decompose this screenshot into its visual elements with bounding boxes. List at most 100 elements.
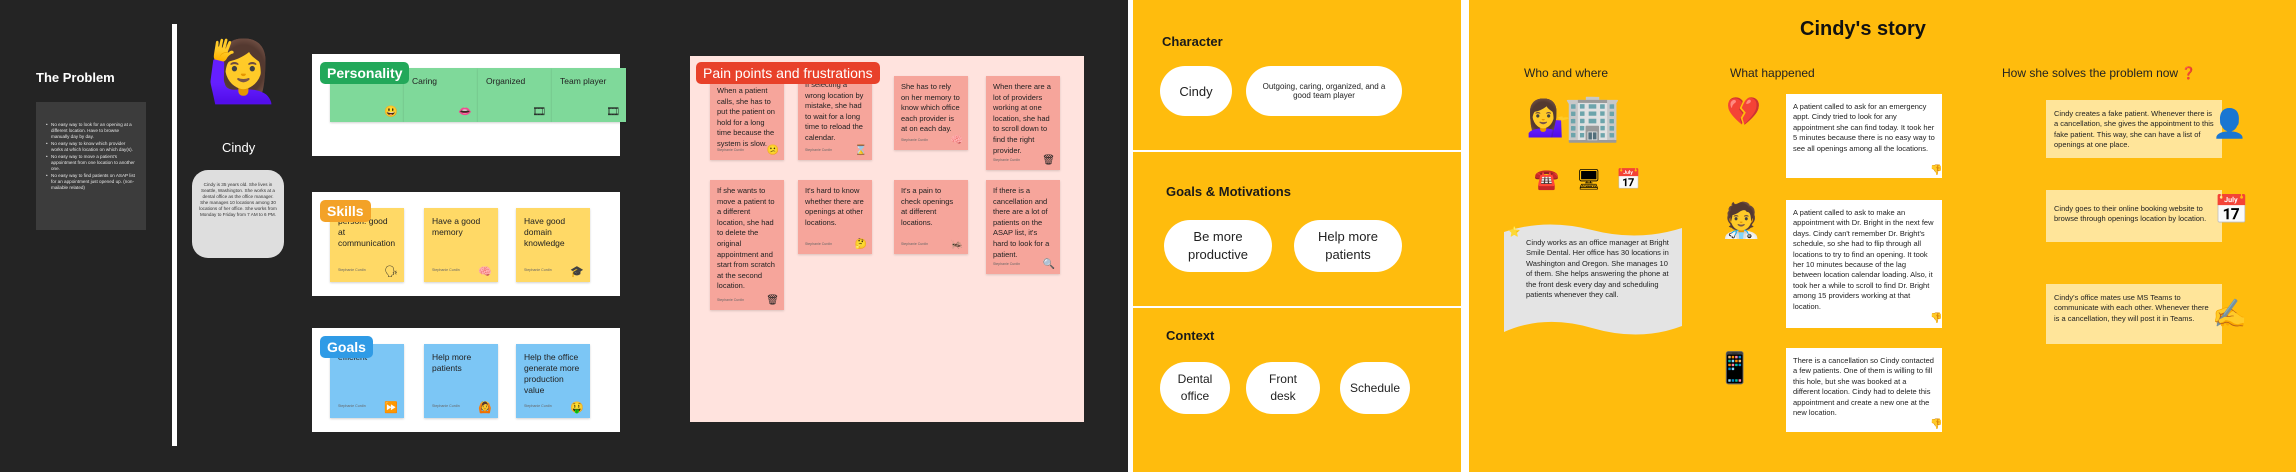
personality-tag: Personality <box>320 62 410 84</box>
thumbs-down-icon: 👎 <box>1930 313 1943 324</box>
sticky-text: Help the office generate more production… <box>524 352 580 395</box>
persona-bio[interactable]: Cindy is 35 years old. She lives in Seat… <box>192 170 284 258</box>
sticky-text: If she wants to move a patient to a diff… <box>717 186 775 291</box>
problem-card[interactable]: No easy way to look for an opening at a … <box>36 102 146 230</box>
sticky-author: Stephanie Curdin <box>993 262 1021 267</box>
sticky-note[interactable]: Help more patients Stephanie Curdin 🙆 <box>424 344 498 418</box>
context-pill[interactable]: Front desk <box>1246 362 1320 414</box>
telephone-icon: ☎️ <box>1534 169 1559 191</box>
goal-pill[interactable]: Help more patients <box>1294 220 1402 272</box>
broken-heart-icon: 💔 <box>1726 96 1761 127</box>
story-card-text: A patient called to ask to make an appoi… <box>1793 208 1934 311</box>
character-traits-pill[interactable]: Outgoing, caring, organized, and a good … <box>1246 66 1402 116</box>
brain-icon: 🧠 <box>950 135 963 147</box>
film-icon: 🎞 <box>606 106 620 118</box>
story-card[interactable]: A patient called to ask to make an appoi… <box>1786 200 1942 328</box>
divider <box>1133 150 1461 152</box>
pain-sticky-note[interactable]: If selecting a wrong location by mistake… <box>798 76 872 160</box>
divider <box>172 24 177 446</box>
sticky-note[interactable]: Have good domain knowledge Stephanie Cur… <box>516 208 590 282</box>
persona-name: Cindy <box>222 140 256 155</box>
sticky-text: Team player <box>560 76 607 86</box>
pain-sticky-note[interactable]: She has to rely on her memory to know wh… <box>894 76 968 150</box>
cricket-icon: 🦗 <box>950 239 963 251</box>
story-card-text: There is a cancellation so Cindy contact… <box>1793 356 1934 418</box>
problem-title: The Problem <box>36 70 115 85</box>
sticky-author: Stephanie Curdin <box>524 268 552 272</box>
sticky-author: Stephanie Curdin <box>805 242 833 247</box>
sticky-text: She has to rely on her memory to know wh… <box>901 82 960 134</box>
solution-card[interactable]: Cindy's office mates use MS Teams to com… <box>2046 284 2222 344</box>
pain-sticky-note[interactable]: It's hard to know whether there are open… <box>798 180 872 254</box>
sticky-author: Stephanie Curdin <box>338 268 366 272</box>
sticky-author: Stephanie Curdin <box>993 158 1021 163</box>
sticky-note[interactable]: Team player 🎞 <box>552 68 626 122</box>
office-building-icon: 🏢 <box>1564 91 1622 143</box>
solution-card[interactable]: Cindy creates a fake patient. Whenever t… <box>2046 100 2222 158</box>
person-ok-icon: 🙆 <box>478 402 492 414</box>
pain-points-tag: Pain points and frustrations <box>696 62 880 84</box>
problem-bullet: No easy way to find patients on ASAP lis… <box>46 173 138 191</box>
solution-text: Cindy goes to their online booking websi… <box>2054 204 2207 224</box>
pain-sticky-note[interactable]: When a patient calls, she has to put the… <box>710 76 784 160</box>
skills-tag: Skills <box>320 200 371 222</box>
pain-sticky-note[interactable]: If she wants to move a patient to a diff… <box>710 180 784 310</box>
sticky-author: Stephanie Curdin <box>432 268 460 272</box>
sticky-author: Stephanie Curdin <box>717 298 745 303</box>
story-card-text: A patient called to ask for an emergency… <box>1793 102 1935 153</box>
story-card[interactable]: A patient called to ask for an emergency… <box>1786 94 1942 178</box>
solution-card[interactable]: Cindy goes to their online booking websi… <box>2046 190 2222 242</box>
context-pill[interactable]: Dental office <box>1160 362 1230 414</box>
computer-icon: 🖥 <box>1576 169 1602 191</box>
sticky-text: It's hard to know whether there are open… <box>805 186 864 227</box>
sticky-author: Stephanie Curdin <box>432 404 460 408</box>
pain-sticky-note[interactable]: When there are a lot of providers workin… <box>986 76 1060 170</box>
pain-sticky-note[interactable]: It's a pain to check openings at differe… <box>894 180 968 254</box>
sticky-text: When there are a lot of providers workin… <box>993 82 1051 155</box>
thumbs-down-icon: 👎 <box>1930 419 1943 430</box>
column-header-what: What happened <box>1730 66 1815 80</box>
problem-bullet: No easy way to move a patient's appointm… <box>46 154 138 172</box>
divider <box>1133 306 1461 308</box>
whiteboard-canvas[interactable]: The Problem No easy way to look for an o… <box>0 0 2296 472</box>
who-where-text[interactable]: Cindy works as an office manager at Brig… <box>1526 238 1676 300</box>
problem-bullet: No easy way to look for an opening at a … <box>46 122 138 140</box>
star-icon: ⭐ <box>1508 227 1521 238</box>
sticky-note[interactable]: Have a good memory Stephanie Curdin 🧠 <box>424 208 498 282</box>
fast-forward-icon: ⏩ <box>384 402 398 414</box>
hourglass-icon: ⌛ <box>854 145 867 157</box>
brain-icon: 🧠 <box>478 266 492 278</box>
story-card[interactable]: There is a cancellation so Cindy contact… <box>1786 348 1942 432</box>
magnifier-icon: 🔍 <box>1042 259 1055 271</box>
speaking-head-icon: 🗣 <box>384 266 398 278</box>
sticky-author: Stephanie Curdin <box>901 242 929 247</box>
film-icon: 🎞 <box>532 106 546 118</box>
column-header-who: Who and where <box>1524 66 1609 80</box>
sticky-text: It's a pain to check openings at differe… <box>901 186 954 227</box>
column-header-how: How she solves the problem now ❓ <box>2002 66 2197 80</box>
money-face-icon: 🤑 <box>570 402 584 414</box>
pain-sticky-note[interactable]: If there is a cancellation and there are… <box>986 180 1060 274</box>
sticky-text: Caring <box>412 76 438 86</box>
calendar-icon: 📅 <box>2214 194 2249 225</box>
character-name-pill[interactable]: Cindy <box>1160 66 1232 116</box>
doctor-icon: 🧑‍⚕️ <box>1720 202 1763 240</box>
sticky-note[interactable]: Organized 🎞 <box>478 68 552 122</box>
sticky-text: If selecting a wrong location by mistake… <box>805 80 864 142</box>
sticky-text: When a patient calls, she has to put the… <box>717 86 775 148</box>
sticky-author: Stephanie Curdin <box>901 138 929 143</box>
sticky-note[interactable]: Caring 👄 <box>404 68 478 122</box>
phone-icon: 📱 <box>1716 352 1754 385</box>
trash-icon: 🗑 <box>766 295 779 307</box>
sticky-text: Have a good memory <box>432 216 481 237</box>
sticky-note[interactable]: Help the office generate more production… <box>516 344 590 418</box>
confused-face-icon: 😕 <box>766 145 779 157</box>
grinning-face-icon: 😃 <box>384 106 398 118</box>
solution-text: Cindy creates a fake patient. Whenever t… <box>2054 109 2214 150</box>
sticky-author: Stephanie Curdin <box>338 404 366 408</box>
persona-raising-hand-icon: 🙋‍♀️ <box>206 38 281 105</box>
goal-pill[interactable]: Be more productive <box>1164 220 1272 272</box>
writing-hand-icon: ✍️ <box>2212 298 2247 329</box>
character-title: Character <box>1162 34 1223 49</box>
context-pill[interactable]: Schedule <box>1340 362 1410 414</box>
